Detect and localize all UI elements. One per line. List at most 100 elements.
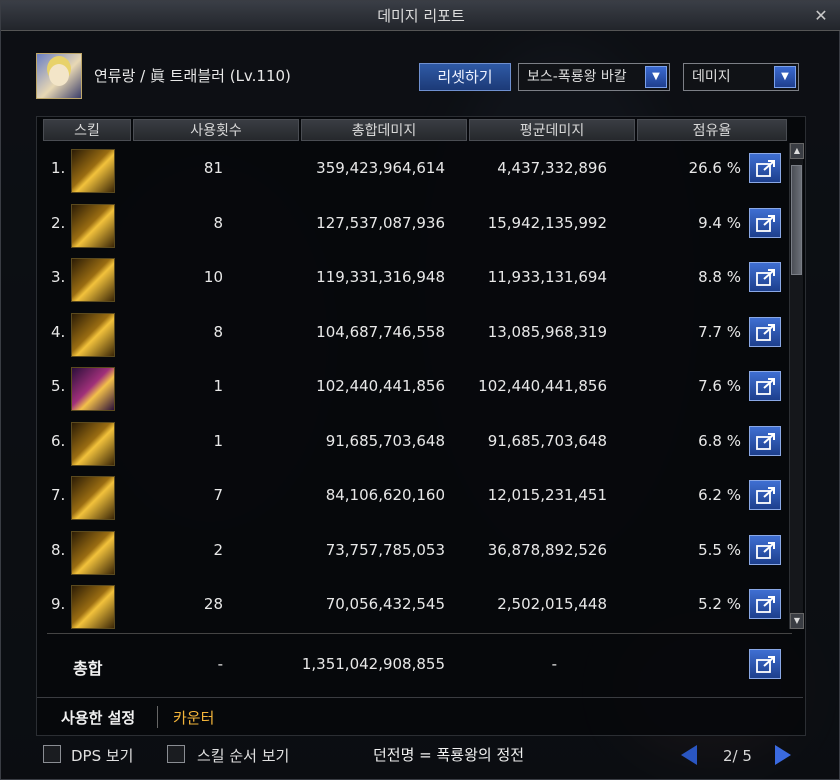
skill-gold-icon[interactable] <box>71 476 115 520</box>
share-icon <box>756 160 775 177</box>
scroll-up-icon[interactable]: ▲ <box>790 143 804 159</box>
table-row: 6. 1 91,685,703,648 91,685,703,648 6.8 % <box>37 416 789 470</box>
row-total: 70,056,432,545 <box>325 595 445 613</box>
total-row: 총합 - 1,351,042,908,855 - <box>37 639 789 691</box>
skill-gold-icon[interactable] <box>71 203 115 248</box>
damage-report-window: 데미지 리포트 ✕ 연류랑 / 眞 트래블러 (Lv.110) 리셋하기 보스-… <box>0 0 840 780</box>
dungeon-name: 던전명 = 폭룡왕의 정전 <box>373 746 525 764</box>
row-count: 28 <box>203 595 223 613</box>
row-total: 104,687,746,558 <box>316 322 445 341</box>
window-title: 데미지 리포트 <box>377 7 465 25</box>
row-rank: 1. <box>51 159 66 177</box>
share-button[interactable] <box>749 480 781 510</box>
share-button[interactable] <box>749 207 781 238</box>
table-row: 9. 28 70,056,432,545 2,502,015,448 5.2 % <box>37 579 789 633</box>
footer-tabs: 사용한 설정 카운터 <box>37 697 803 735</box>
skill-gold-icon[interactable] <box>71 585 115 629</box>
close-icon[interactable]: ✕ <box>811 6 831 26</box>
row-rank: 9. <box>51 595 66 613</box>
tab-separator <box>157 706 158 728</box>
mode-select[interactable]: 데미지 ▼ <box>683 63 799 91</box>
total-avg: - <box>551 655 557 673</box>
scrollbar[interactable]: ▲ ▼ <box>789 143 804 629</box>
share-button[interactable] <box>749 371 781 401</box>
row-rank: 7. <box>51 486 66 504</box>
next-page-icon[interactable] <box>775 745 791 765</box>
table-row: 5. 1 102,440,441,856 102,440,441,856 7.6 % <box>37 361 789 415</box>
scroll-down-icon[interactable]: ▼ <box>790 613 804 629</box>
row-count: 8 <box>213 322 223 341</box>
skill-gold-icon[interactable] <box>71 530 115 575</box>
share-button[interactable] <box>749 262 781 292</box>
row-share: 5.2 % <box>698 595 741 613</box>
character-avatar <box>36 53 82 99</box>
share-button-total[interactable] <box>749 649 781 679</box>
prev-page-icon[interactable] <box>681 745 697 765</box>
row-avg: 15,942,135,992 <box>487 213 607 232</box>
row-count: 81 <box>203 159 223 177</box>
row-avg: 11,933,131,694 <box>487 268 607 286</box>
share-icon <box>756 541 775 559</box>
row-rank: 2. <box>51 213 66 232</box>
share-icon <box>756 487 775 504</box>
share-button[interactable] <box>749 153 781 183</box>
row-rank: 6. <box>51 431 66 450</box>
skill-gold-icon[interactable] <box>71 258 115 302</box>
row-total: 127,537,087,936 <box>316 213 445 232</box>
share-button[interactable] <box>749 425 781 456</box>
mode-select-value: 데미지 <box>692 69 731 85</box>
tab-counter[interactable]: 카운터 <box>173 707 214 728</box>
row-rank: 3. <box>51 268 66 286</box>
chevron-down-icon[interactable]: ▼ <box>774 66 796 88</box>
tab-settings[interactable]: 사용한 설정 <box>61 707 135 728</box>
share-button[interactable] <box>749 534 781 565</box>
reset-button[interactable]: 리셋하기 <box>419 63 511 91</box>
share-icon <box>756 269 775 286</box>
divider <box>47 633 792 634</box>
row-count: 7 <box>213 486 223 504</box>
share-icon <box>756 432 775 450</box>
row-avg: 91,685,703,648 <box>487 431 607 450</box>
skill-gold-icon[interactable] <box>71 149 115 193</box>
report-header: 연류랑 / 眞 트래블러 (Lv.110) 리셋하기 보스-폭룡왕 바칼 ▼ 데… <box>36 51 806 101</box>
skill-order-checkbox[interactable] <box>167 745 185 763</box>
share-button[interactable] <box>749 589 781 619</box>
row-total: 359,423,964,614 <box>316 159 445 177</box>
share-button[interactable] <box>749 316 781 347</box>
row-avg: 2,502,015,448 <box>497 595 607 613</box>
row-share: 7.7 % <box>698 322 741 341</box>
skill-gold-icon[interactable] <box>71 312 115 357</box>
col-skill: 스킬 <box>43 119 131 141</box>
bottom-bar: DPS 보기 스킬 순서 보기 던전명 = 폭룡왕의 정전 2/ 5 <box>1 739 840 780</box>
table-row: 1. 81 359,423,964,614 4,437,332,896 26.6 % <box>37 143 789 197</box>
skill-gold-icon[interactable] <box>71 421 115 466</box>
share-icon <box>756 378 775 395</box>
table-row: 8. 2 73,757,785,053 36,878,892,526 5.5 % <box>37 525 789 579</box>
row-rank: 5. <box>51 377 66 395</box>
col-share: 점유율 <box>637 119 787 141</box>
row-count: 1 <box>213 377 223 395</box>
dps-checkbox[interactable] <box>43 745 61 763</box>
row-share: 6.2 % <box>698 486 741 504</box>
total-count: - <box>217 655 223 673</box>
col-count: 사용횟수 <box>133 119 299 141</box>
table-row: 7. 7 84,106,620,160 12,015,231,451 6.2 % <box>37 470 789 524</box>
chevron-down-icon[interactable]: ▼ <box>645 66 667 88</box>
skill-purple-icon[interactable] <box>71 367 115 411</box>
title-bar[interactable]: 데미지 리포트 ✕ <box>1 1 840 31</box>
row-avg: 13,085,968,319 <box>487 322 607 341</box>
row-share: 7.6 % <box>698 377 741 395</box>
row-rank: 4. <box>51 322 66 341</box>
col-avg: 평균데미지 <box>469 119 635 141</box>
scroll-thumb[interactable] <box>791 165 802 275</box>
total-label: 총합 <box>73 659 103 678</box>
table-row: 2. 8 127,537,087,936 15,942,135,992 9.4 % <box>37 198 789 252</box>
row-avg: 12,015,231,451 <box>487 486 607 504</box>
row-total: 73,757,785,053 <box>325 540 445 559</box>
row-avg: 36,878,892,526 <box>487 540 607 559</box>
row-avg: 102,440,441,856 <box>478 377 607 395</box>
target-select[interactable]: 보스-폭룡왕 바칼 ▼ <box>518 63 670 91</box>
row-share: 6.8 % <box>698 431 741 450</box>
row-total: 119,331,316,948 <box>316 268 445 286</box>
row-count: 1 <box>213 431 223 450</box>
